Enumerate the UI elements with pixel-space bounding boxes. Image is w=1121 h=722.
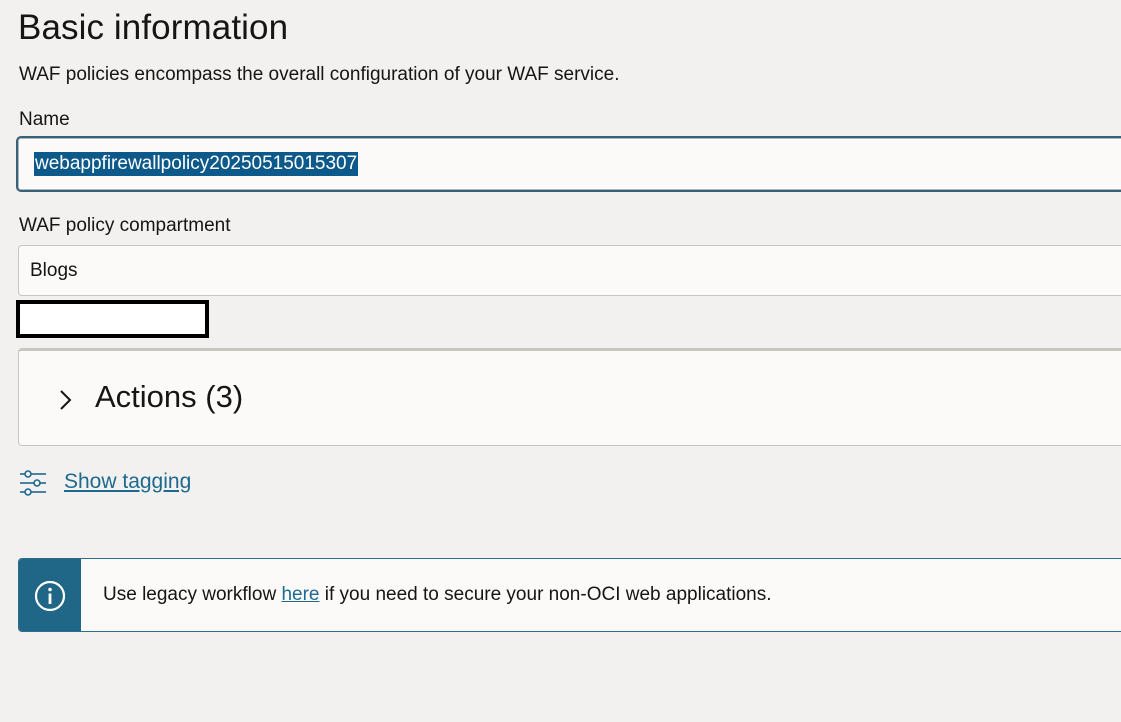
section-description: WAF policies encompass the overall confi… xyxy=(19,64,620,85)
legacy-workflow-link[interactable]: here xyxy=(281,584,319,605)
compartment-value[interactable]: Blogs xyxy=(30,260,78,282)
name-input[interactable]: webappfirewallpolicy20250515015307 xyxy=(16,136,1121,192)
show-tagging-link[interactable]: Show tagging xyxy=(64,470,191,494)
basic-information-page: Basic information WAF policies encompass… xyxy=(0,0,1121,722)
redacted-box xyxy=(16,300,209,338)
sliders-icon[interactable] xyxy=(19,469,47,497)
chevron-right-icon[interactable] xyxy=(55,387,75,413)
info-icon xyxy=(34,580,66,612)
actions-panel[interactable]: Actions (3) xyxy=(18,348,1121,446)
actions-panel-title[interactable]: Actions (3) xyxy=(95,379,243,415)
name-label: Name xyxy=(19,109,70,130)
info-banner-strip xyxy=(19,559,81,631)
info-banner-text: Use legacy workflow here if you need to … xyxy=(103,584,772,606)
info-text-before: Use legacy workflow xyxy=(103,584,282,605)
section-title: Basic information xyxy=(18,8,289,47)
name-input-value[interactable]: webappfirewallpolicy20250515015307 xyxy=(34,152,359,176)
compartment-label: WAF policy compartment xyxy=(19,215,231,236)
info-text-after: if you need to secure your non-OCI web a… xyxy=(319,584,772,605)
compartment-select[interactable]: Blogs xyxy=(18,245,1121,296)
info-banner: Use legacy workflow here if you need to … xyxy=(18,558,1121,632)
